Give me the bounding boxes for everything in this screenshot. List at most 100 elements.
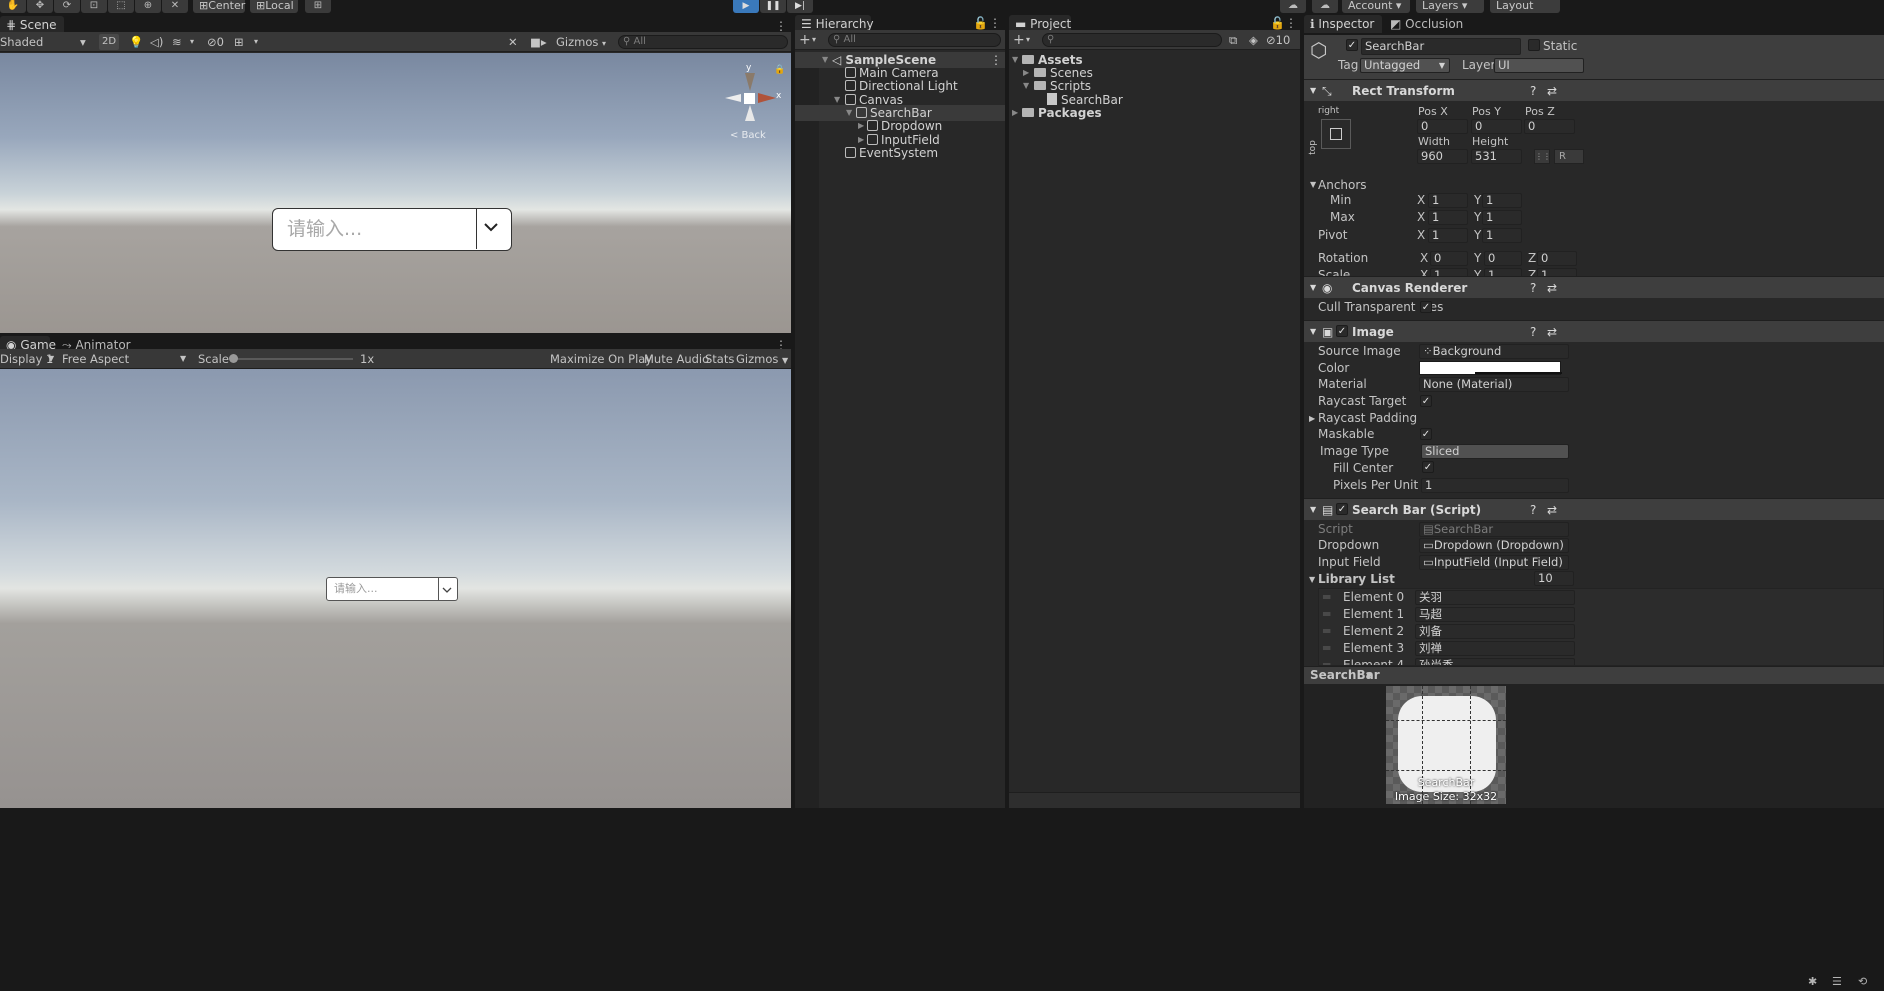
- pos-y-field[interactable]: 0: [1471, 119, 1522, 134]
- element-value-field[interactable]: 关羽: [1415, 590, 1575, 605]
- scene-searchbar-object[interactable]: 请输入...: [272, 208, 512, 251]
- drag-handle-icon[interactable]: ═: [1323, 624, 1330, 639]
- rotation-x-field[interactable]: 0: [1430, 251, 1468, 266]
- step-button[interactable]: ▶|: [787, 0, 813, 13]
- project-search-input[interactable]: ⚲: [1042, 33, 1222, 47]
- image-enabled-checkbox[interactable]: ✓: [1336, 325, 1348, 337]
- collab-icon[interactable]: ☁: [1280, 0, 1306, 13]
- game-gizmos-dropdown[interactable]: Gizmos ▼: [736, 351, 790, 367]
- aspect-dropdown[interactable]: Free Aspect ▼: [62, 351, 190, 367]
- height-field[interactable]: 531: [1471, 149, 1522, 164]
- help-icon[interactable]: ?: [1530, 499, 1536, 521]
- fill-center-checkbox[interactable]: ✓: [1422, 461, 1434, 473]
- auto-generate-lighting-icon[interactable]: ⟲: [1858, 976, 1867, 988]
- hidden-objects-toggle[interactable]: ⊘0: [207, 34, 224, 50]
- help-icon[interactable]: ?: [1530, 277, 1536, 299]
- chevron-down-icon[interactable]: ▾: [254, 34, 258, 50]
- account-dropdown[interactable]: Account ▾: [1342, 0, 1410, 13]
- anchor-min-y-field[interactable]: 1: [1482, 193, 1522, 208]
- transform-tool-icon[interactable]: ⊕: [135, 0, 161, 13]
- drag-handle-icon[interactable]: ═: [1323, 641, 1330, 656]
- list-item[interactable]: ═ Element 3 刘禅: [1319, 641, 1883, 657]
- scale-slider-track[interactable]: [233, 358, 353, 360]
- pivot-local-button[interactable]: ⊞Local: [250, 0, 298, 13]
- rotation-y-field[interactable]: 0: [1484, 251, 1522, 266]
- element-value-field[interactable]: 马超: [1415, 607, 1575, 622]
- anchor-max-y-field[interactable]: 1: [1482, 210, 1522, 225]
- play-button[interactable]: ▶: [733, 0, 759, 13]
- shading-mode-dropdown[interactable]: Shaded ▾: [0, 34, 90, 50]
- effects-icon[interactable]: ≋: [172, 34, 182, 50]
- input-field-ref[interactable]: ▭InputField (Input Field): [1419, 555, 1569, 570]
- game-viewport[interactable]: 请输入...: [0, 369, 791, 808]
- bug-icon[interactable]: ✱: [1808, 976, 1817, 988]
- raycast-padding-label[interactable]: Raycast Padding: [1318, 411, 1417, 426]
- pos-z-field[interactable]: 0: [1524, 119, 1575, 134]
- hierarchy-item-eventsystem[interactable]: EventSystem: [795, 145, 1005, 161]
- gizmo-neg-y-cone[interactable]: [745, 105, 755, 121]
- tab-occlusion[interactable]: ◩ Occlusion: [1384, 15, 1471, 33]
- element-value-field[interactable]: 孙尚香: [1415, 658, 1575, 665]
- add-icon[interactable]: +: [1013, 32, 1025, 48]
- canvas-renderer-header[interactable]: ▼ ◉ Canvas Renderer ? ⇄: [1304, 276, 1884, 298]
- preview-header[interactable]: SearchBar ▼: [1304, 666, 1884, 684]
- more-options-icon[interactable]: ⋮: [989, 15, 1001, 31]
- rotate-tool-icon[interactable]: ⟳: [54, 0, 80, 13]
- chevron-down-icon[interactable]: [483, 219, 499, 235]
- source-image-field[interactable]: ⁘Background: [1419, 344, 1569, 359]
- pixels-per-unit-field[interactable]: 1: [1421, 478, 1569, 493]
- expand-arrow-icon[interactable]: ▼: [1309, 572, 1315, 587]
- settings-icon[interactable]: ⇄: [1547, 321, 1557, 343]
- chevron-down-icon[interactable]: [442, 584, 452, 598]
- hand-tool-icon[interactable]: ✋: [0, 0, 26, 13]
- lock-icon[interactable]: 🔓: [1270, 15, 1285, 31]
- raw-edit-button[interactable]: R: [1554, 149, 1584, 164]
- script-enabled-checkbox[interactable]: ✓: [1336, 503, 1348, 515]
- drag-handle-icon[interactable]: ═: [1323, 590, 1330, 605]
- project-item-packages[interactable]: ▶ Packages: [1009, 105, 1300, 121]
- cache-server-icon[interactable]: ☰: [1832, 976, 1842, 988]
- blueprint-mode-icon[interactable]: ⋮⋮: [1534, 149, 1551, 164]
- pause-button[interactable]: ❚❚: [760, 0, 786, 13]
- width-field[interactable]: 960: [1417, 149, 1468, 164]
- mute-audio-toggle[interactable]: Mute Audio: [644, 351, 709, 367]
- pos-x-field[interactable]: 0: [1417, 119, 1468, 134]
- rect-transform-header[interactable]: ▼ ⤡ Rect Transform ? ⇄: [1304, 79, 1884, 101]
- layout-dropdown[interactable]: Layout: [1490, 0, 1560, 13]
- hierarchy-search-input[interactable]: ⚲ All: [828, 33, 1001, 47]
- raycast-target-checkbox[interactable]: ✓: [1420, 395, 1432, 407]
- layers-dropdown[interactable]: Layers ▾: [1416, 0, 1484, 13]
- display-dropdown[interactable]: Display 1 ▼: [0, 351, 57, 367]
- anchor-preset-button[interactable]: [1321, 119, 1351, 149]
- audio-icon[interactable]: ◁): [150, 34, 163, 50]
- list-item[interactable]: ═ Element 2 刘备: [1319, 624, 1883, 640]
- settings-icon[interactable]: ⇄: [1547, 499, 1557, 521]
- pivot-y-field[interactable]: 1: [1482, 228, 1522, 243]
- library-count-field[interactable]: 10: [1534, 571, 1574, 586]
- tools-icon[interactable]: ✕: [508, 34, 518, 50]
- gizmo-neg-x-cone[interactable]: [725, 94, 741, 102]
- lock-icon[interactable]: 🔒: [774, 65, 785, 75]
- help-icon[interactable]: ?: [1530, 321, 1536, 343]
- scene-viewport[interactable]: y x 🔒 < Back 请输入...: [0, 53, 791, 333]
- filter-type-icon[interactable]: ⧉: [1229, 32, 1237, 48]
- anchor-min-x-field[interactable]: 1: [1428, 193, 1468, 208]
- scene-input-placeholder[interactable]: 请输入...: [273, 209, 477, 249]
- expand-arrow-icon[interactable]: ▼: [1310, 177, 1316, 192]
- expand-arrow-icon[interactable]: ▼: [1310, 277, 1316, 299]
- mode-2d-toggle[interactable]: 2D: [99, 34, 119, 50]
- element-value-field[interactable]: 刘备: [1415, 624, 1575, 639]
- expand-arrow-icon[interactable]: ▼: [1310, 80, 1316, 102]
- scene-search-input[interactable]: ⚲ All: [618, 35, 788, 49]
- rotation-z-field[interactable]: 0: [1537, 251, 1577, 266]
- maximize-on-play-toggle[interactable]: Maximize On Play: [550, 351, 652, 367]
- settings-icon[interactable]: ⇄: [1547, 277, 1557, 299]
- expand-arrow-icon[interactable]: ▼: [1310, 321, 1316, 343]
- tag-dropdown[interactable]: Untagged ▼: [1360, 58, 1450, 73]
- gizmo-y-cone[interactable]: [745, 73, 755, 91]
- color-swatch[interactable]: [1419, 361, 1562, 375]
- maskable-checkbox[interactable]: ✓: [1420, 428, 1432, 440]
- active-checkbox[interactable]: ✓: [1346, 39, 1358, 51]
- chevron-down-icon[interactable]: ▾: [1026, 32, 1030, 48]
- object-name-field[interactable]: SearchBar: [1361, 38, 1521, 55]
